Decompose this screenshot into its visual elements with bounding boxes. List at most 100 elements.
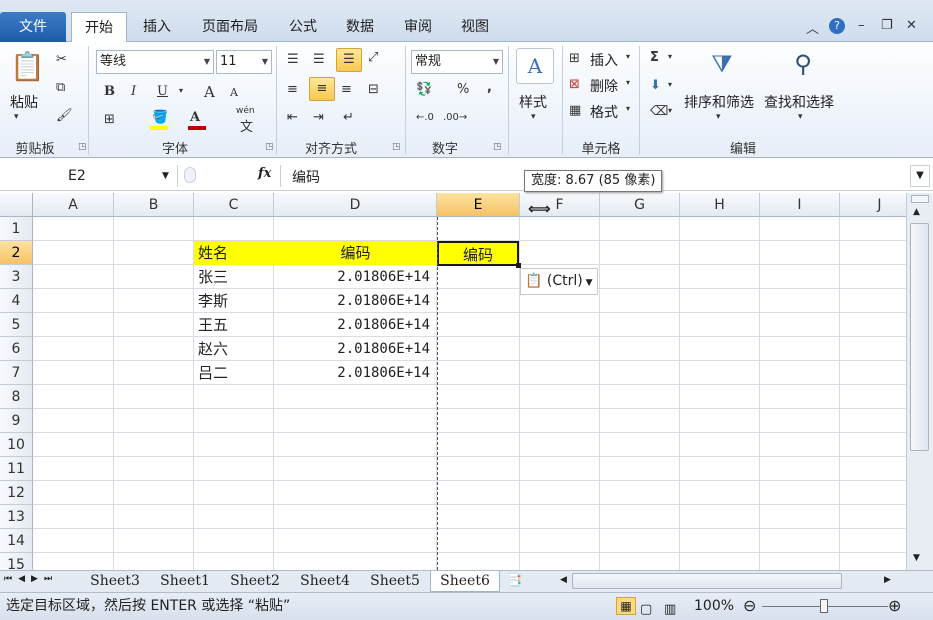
paste-options-button[interactable]: 📋 (Ctrl) ▼ — [520, 268, 598, 295]
sheet-tab-sheet3[interactable]: Sheet3 — [80, 571, 150, 592]
insert-function-button[interactable]: fx — [258, 166, 271, 181]
border-icon[interactable]: ⊞ — [104, 112, 115, 127]
styles-dropdown-icon[interactable]: ▾ — [531, 112, 536, 122]
cell-name[interactable]: 赵六 — [194, 337, 274, 361]
column-header-c[interactable]: C — [194, 193, 274, 217]
decrease-indent-icon[interactable]: ⇤ — [287, 110, 298, 125]
cell-name[interactable]: 李斯 — [194, 289, 274, 313]
grow-font-button[interactable]: A — [204, 83, 215, 101]
row-header-10[interactable]: 10 — [0, 433, 33, 457]
normal-view-icon[interactable]: ▦ — [616, 597, 636, 615]
hscroll-right-icon[interactable]: ▶ — [884, 575, 891, 585]
cell-c2[interactable]: 姓名 — [194, 241, 274, 265]
row-header-1[interactable]: 1 — [0, 217, 33, 241]
select-all-corner[interactable] — [0, 193, 33, 217]
increase-indent-icon[interactable]: ⇥ — [313, 110, 324, 125]
align-bottom-icon[interactable]: ☰ — [336, 48, 362, 72]
sheet-tab-sheet6[interactable]: Sheet6 — [430, 571, 500, 592]
autosum-button[interactable]: Σ — [650, 50, 659, 65]
ribbon-minimize-icon[interactable]: ︿ — [806, 18, 819, 37]
name-box[interactable]: E2 ▼ — [2, 165, 178, 187]
wrap-text-icon[interactable]: ↵ — [343, 110, 354, 125]
worksheet-grid[interactable]: ABCDEFGHIJ 1 2 3 4 5 6 7 8 9 10 11 12 13 14 15 姓名 编码 编… — [0, 193, 906, 570]
font-launcher-icon[interactable]: ◳ — [265, 142, 274, 152]
format-cells-icon[interactable]: ▦ — [569, 103, 581, 118]
font-name-combo[interactable]: 等线 ▼ — [96, 50, 214, 74]
column-header-b[interactable]: B — [114, 193, 194, 217]
tab-home[interactable]: 开始 — [71, 12, 127, 43]
window-close-icon[interactable]: ✕ — [906, 18, 917, 33]
cell-name[interactable]: 王五 — [194, 313, 274, 337]
delete-cells-icon[interactable]: ⊠ — [569, 77, 580, 92]
delete-cells-button[interactable]: 删除 — [590, 76, 618, 96]
font-size-combo[interactable]: 11 ▼ — [216, 50, 272, 74]
row-header-5[interactable]: 5 — [0, 313, 33, 337]
row-header-11[interactable]: 11 — [0, 457, 33, 481]
row-header-6[interactable]: 6 — [0, 337, 33, 361]
number-launcher-icon[interactable]: ◳ — [493, 142, 502, 152]
vertical-scrollbar[interactable]: ▲ ▼ — [906, 193, 933, 570]
decrease-decimal-icon[interactable]: .00→ — [443, 112, 467, 123]
column-header-j[interactable]: J — [840, 193, 906, 217]
cell-d2[interactable]: 编码 — [274, 241, 437, 265]
row-header-4[interactable]: 4 — [0, 289, 33, 313]
chevron-down-icon[interactable]: ▾ — [716, 112, 721, 122]
tab-formulas[interactable]: 公式 — [280, 12, 326, 42]
sheet-nav-icons[interactable]: ⏮◀▶⏭ — [4, 574, 58, 584]
tab-file[interactable]: 文件 — [0, 12, 66, 42]
tab-review[interactable]: 审阅 — [395, 12, 441, 42]
cell-code[interactable]: 2.01806E+14 — [274, 361, 434, 385]
hscroll-left-icon[interactable]: ◀ — [560, 575, 567, 585]
phonetic-button[interactable]: wén — [236, 106, 255, 116]
find-select-button[interactable]: 查找和选择 — [764, 92, 834, 112]
chevron-down-icon[interactable]: ▾ — [668, 106, 672, 115]
scroll-thumb[interactable] — [910, 223, 929, 451]
tab-insert[interactable]: 插入 — [135, 12, 179, 42]
row-header-8[interactable]: 8 — [0, 385, 33, 409]
cell-e2-selected[interactable]: 编码 — [437, 241, 519, 266]
cell-name[interactable]: 吕二 — [194, 361, 274, 385]
row-header-13[interactable]: 13 — [0, 505, 33, 529]
fill-color-icon[interactable]: 🪣 — [152, 110, 168, 125]
scroll-up-icon[interactable]: ▲ — [913, 207, 920, 217]
clipboard-launcher-icon[interactable]: ◳ — [78, 142, 87, 152]
column-header-d[interactable]: D — [274, 193, 437, 217]
zoom-out-icon[interactable]: ⊖ — [743, 593, 756, 619]
italic-button[interactable]: I — [131, 84, 136, 99]
expand-formula-icon[interactable]: ▼ — [910, 165, 930, 187]
sheet-tab-sheet4[interactable]: Sheet4 — [290, 571, 360, 592]
number-format-combo[interactable]: 常规 ▼ — [411, 50, 503, 74]
format-cells-button[interactable]: 格式 — [590, 102, 618, 122]
row-header-9[interactable]: 9 — [0, 409, 33, 433]
clear-icon[interactable]: ⌫ — [650, 104, 668, 119]
font-color-icon[interactable]: A — [190, 110, 200, 125]
chevron-down-icon[interactable]: ▾ — [626, 52, 630, 61]
chevron-down-icon[interactable]: ▾ — [798, 112, 803, 122]
cell-code[interactable]: 2.01806E+14 — [274, 337, 434, 361]
underline-button[interactable]: U — [157, 84, 168, 99]
insert-cells-icon[interactable]: ⊞ — [569, 51, 580, 66]
sheet-tab-sheet5[interactable]: Sheet5 — [360, 571, 430, 592]
increase-decimal-icon[interactable]: ←.0 — [416, 112, 434, 123]
sheet-tab-sheet1[interactable]: Sheet1 — [150, 571, 220, 592]
sort-filter-icon[interactable]: ⧩ — [705, 50, 739, 78]
percent-button[interactable]: % — [457, 82, 469, 97]
zoom-slider-thumb[interactable] — [820, 599, 828, 613]
paste-icon[interactable]: 📋 — [10, 50, 45, 86]
split-box[interactable] — [911, 195, 929, 203]
row-header-3[interactable]: 3 — [0, 265, 33, 289]
row-header-12[interactable]: 12 — [0, 481, 33, 505]
chevron-down-icon[interactable]: ▾ — [626, 78, 630, 87]
cell-code[interactable]: 2.01806E+14 — [274, 289, 434, 313]
copy-icon[interactable]: ⧉ — [56, 80, 65, 95]
column-header-e[interactable]: E — [437, 193, 520, 217]
cell-styles-icon[interactable]: A — [516, 48, 554, 84]
page-layout-view-icon[interactable]: ▢ — [640, 597, 652, 620]
sheet-tab-sheet2[interactable]: Sheet2 — [220, 571, 290, 592]
align-left-icon[interactable]: ≡ — [287, 82, 298, 97]
align-center-icon[interactable]: ≡ — [309, 77, 335, 101]
currency-icon[interactable]: 💱 — [416, 82, 432, 97]
alignment-launcher-icon[interactable]: ◳ — [392, 142, 401, 152]
chevron-down-icon[interactable]: ▼ — [162, 165, 169, 187]
hscroll-thumb[interactable] — [572, 573, 842, 589]
